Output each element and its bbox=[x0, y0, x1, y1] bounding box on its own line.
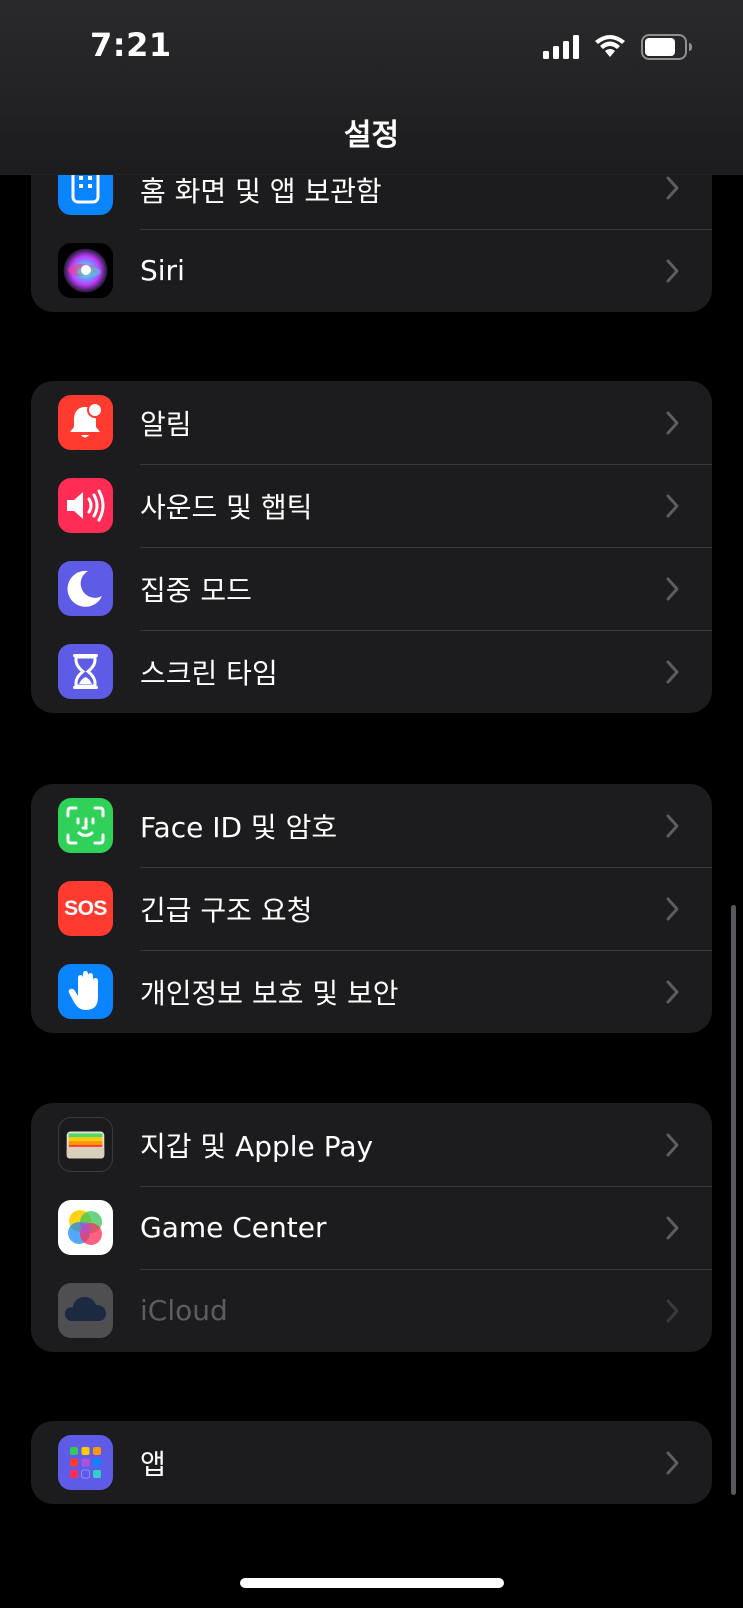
cellular-signal-icon bbox=[543, 35, 579, 59]
chevron-right-icon bbox=[666, 980, 679, 1003]
settings-row-label: 사운드 및 햅틱 bbox=[140, 490, 313, 524]
settings-group-2: 알림 사운드 및 햅틱 집중 모드 스크린 타임 bbox=[31, 381, 712, 713]
home-indicator[interactable] bbox=[240, 1578, 504, 1588]
settings-group-3: Face ID 및 암호 SOS 긴급 구조 요청 개인정보 보호 및 보안 bbox=[31, 784, 712, 1033]
status-icons bbox=[543, 34, 693, 60]
settings-row-label: 앱 bbox=[140, 1447, 166, 1481]
chevron-right-icon bbox=[666, 1133, 679, 1156]
settings-row-wallet[interactable]: 지갑 및 Apple Pay bbox=[31, 1103, 712, 1186]
wifi-icon bbox=[595, 35, 625, 57]
settings-row-label: Siri bbox=[140, 254, 185, 287]
status-time: 7:21 bbox=[90, 26, 172, 64]
chevron-right-icon bbox=[666, 411, 679, 434]
settings-row-label: 개인정보 보호 및 보안 bbox=[140, 976, 399, 1010]
wallet-icon bbox=[58, 1117, 113, 1172]
settings-row-privacy[interactable]: 개인정보 보호 및 보안 bbox=[31, 950, 712, 1033]
hourglass-icon bbox=[58, 644, 113, 699]
icloud-icon bbox=[58, 1283, 113, 1338]
chevron-right-icon bbox=[666, 897, 679, 920]
settings-row-label: Game Center bbox=[140, 1211, 327, 1244]
settings-row-apps[interactable]: 앱 bbox=[31, 1421, 712, 1504]
settings-group-5: 앱 bbox=[31, 1421, 712, 1504]
settings-row-label: Face ID 및 암호 bbox=[140, 810, 338, 844]
apps-icon bbox=[58, 1435, 113, 1490]
settings-row-notifications[interactable]: 알림 bbox=[31, 381, 712, 464]
settings-row-label: 집중 모드 bbox=[140, 573, 252, 607]
settings-row-icloud[interactable]: iCloud bbox=[31, 1269, 712, 1352]
sos-icon-text: SOS bbox=[64, 896, 107, 920]
siri-icon bbox=[58, 243, 113, 298]
settings-row-label: iCloud bbox=[140, 1294, 228, 1327]
scrollbar[interactable] bbox=[731, 905, 736, 1495]
chevron-right-icon bbox=[666, 660, 679, 683]
settings-row-siri[interactable]: Siri bbox=[31, 229, 712, 312]
settings-row-label: 알림 bbox=[140, 407, 192, 441]
settings-group-4: 지갑 및 Apple Pay Game Center iCloud bbox=[31, 1103, 712, 1352]
page-title: 설정 bbox=[343, 118, 400, 153]
status-bar: 7:21 bbox=[0, 0, 743, 100]
settings-row-game-center[interactable]: Game Center bbox=[31, 1186, 712, 1269]
chevron-right-icon bbox=[666, 577, 679, 600]
settings-row-emergency-sos[interactable]: SOS 긴급 구조 요청 bbox=[31, 867, 712, 950]
moon-icon bbox=[58, 561, 113, 616]
settings-row-face-id[interactable]: Face ID 및 암호 bbox=[31, 784, 712, 867]
settings-row-focus[interactable]: 집중 모드 bbox=[31, 547, 712, 630]
settings-row-label: 긴급 구조 요청 bbox=[140, 893, 313, 927]
settings-row-label: 지갑 및 Apple Pay bbox=[140, 1129, 374, 1163]
settings-row-label: 홈 화면 및 앱 보관함 bbox=[140, 175, 382, 208]
battery-icon bbox=[641, 34, 692, 60]
face-id-icon bbox=[58, 798, 113, 853]
hand-icon bbox=[58, 964, 113, 1019]
game-center-icon bbox=[58, 1200, 113, 1255]
bell-icon bbox=[58, 395, 113, 450]
chevron-right-icon bbox=[666, 1216, 679, 1239]
settings-row-screen-time[interactable]: 스크린 타임 bbox=[31, 630, 712, 713]
chevron-right-icon bbox=[666, 259, 679, 282]
settings-row-label: 스크린 타임 bbox=[140, 656, 278, 690]
settings-row-sounds[interactable]: 사운드 및 햅틱 bbox=[31, 464, 712, 547]
chevron-right-icon bbox=[666, 1299, 679, 1322]
chevron-right-icon bbox=[666, 814, 679, 837]
sos-icon: SOS bbox=[58, 881, 113, 936]
speaker-icon bbox=[58, 478, 113, 533]
chevron-right-icon bbox=[666, 176, 679, 200]
chevron-right-icon bbox=[666, 494, 679, 517]
chevron-right-icon bbox=[666, 1451, 679, 1474]
